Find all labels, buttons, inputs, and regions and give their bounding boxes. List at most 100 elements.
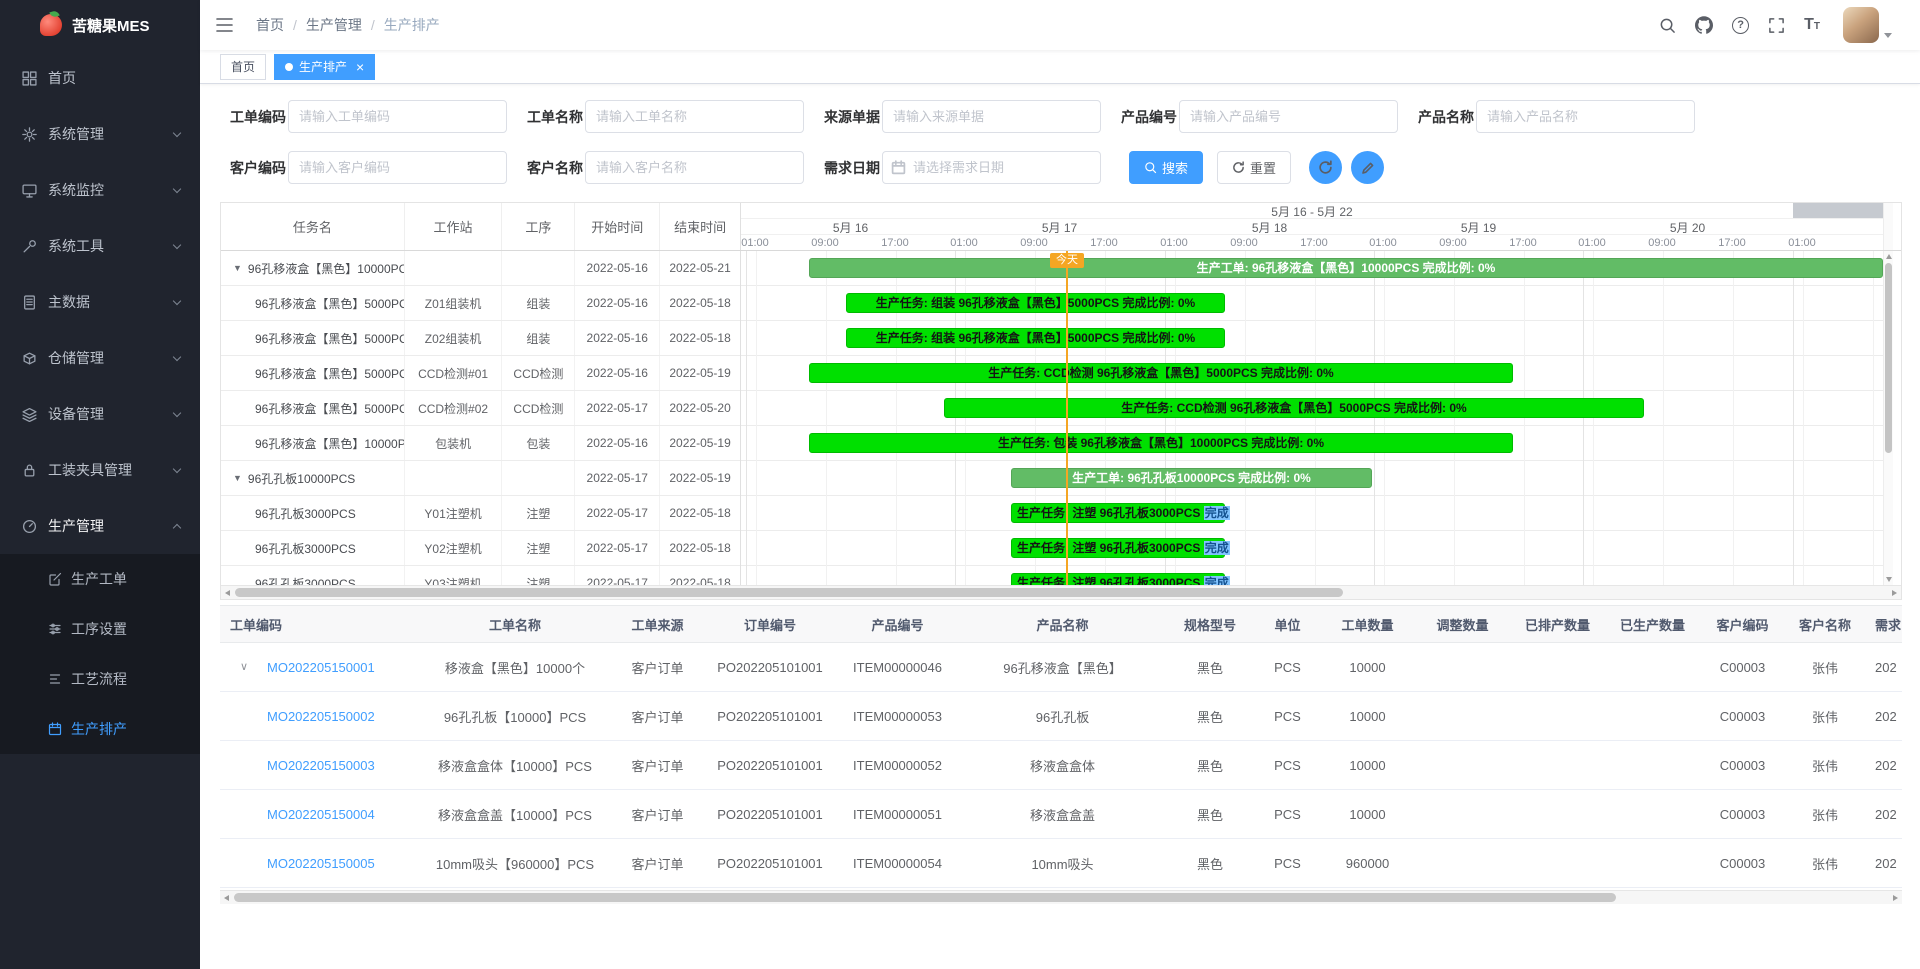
gantt-bar-task[interactable]: 生产任务: 包装 96孔移液盒【黑色】10000PCS 完成比例: 0% [809, 433, 1513, 453]
edit-circle-button[interactable] [1351, 151, 1384, 184]
order-link[interactable]: MO202205150003 [267, 758, 375, 773]
gantt-bar-work-order[interactable]: 生产工单: 96孔移液盒【黑色】10000PCS 完成比例: 0% [809, 258, 1883, 278]
github-icon[interactable] [1695, 16, 1713, 34]
task-station: Y03注塑机 [405, 566, 503, 585]
gantt-bar-task[interactable]: 生产任务: 组装 96孔移液盒【黑色】5000PCS 完成比例: 0% [846, 328, 1225, 348]
sidebar-item-warehouse[interactable]: 仓储管理 [0, 330, 200, 386]
breadcrumb-item-home[interactable]: 首页 [256, 15, 284, 35]
gantt-task-row[interactable]: 96孔孔板3000PCSY01注塑机注塑2022-05-172022-05-18 [221, 496, 740, 531]
gantt-task-row[interactable]: 96孔孔板3000PCSY02注塑机注塑2022-05-172022-05-18 [221, 531, 740, 566]
gear-icon [22, 127, 37, 142]
breadcrumb-item-production[interactable]: 生产管理 [306, 15, 362, 35]
customer-code-input[interactable] [288, 151, 507, 184]
refresh-icon [1232, 161, 1245, 174]
close-icon[interactable]: × [356, 60, 364, 74]
user-menu[interactable] [1843, 7, 1892, 43]
scrollbar-thumb[interactable] [234, 893, 1616, 902]
gantt-task-row[interactable]: 96孔移液盒【黑色】5000PCSCCD检测#02CCD检测2022-05-17… [221, 391, 740, 426]
sidebar-item-production-scheduling[interactable]: 生产排产 [0, 704, 200, 754]
search-icon[interactable] [1659, 17, 1676, 34]
sliders-icon [48, 622, 62, 636]
table-row[interactable]: MO202205150003 移液盒盒体【10000】PCS 客户订单 PO20… [220, 741, 1902, 790]
day-column [1374, 251, 1583, 585]
sidebar-item-production[interactable]: 生产管理 [0, 498, 200, 554]
help-icon[interactable]: ? [1732, 17, 1749, 34]
table-row[interactable]: MO202205150002 96孔孔板【10000】PCS 客户订单 PO20… [220, 692, 1902, 741]
tab-production-scheduling[interactable]: 生产排产 × [274, 54, 375, 80]
gantt-bar-task[interactable]: 生产任务: CCD检测 96孔移液盒【黑色】5000PCS 完成比例: 0% [809, 363, 1513, 383]
sidebar-item-system-tools[interactable]: 系统工具 [0, 218, 200, 274]
sidebar-item-system-monitor[interactable]: 系统监控 [0, 162, 200, 218]
sidebar-item-label: 系统监控 [48, 180, 104, 200]
work-order-code-input[interactable] [288, 100, 507, 133]
sidebar-item-equipment[interactable]: 设备管理 [0, 386, 200, 442]
order-link[interactable]: MO202205150004 [267, 807, 375, 822]
collapse-caret-icon[interactable]: ▼ [233, 473, 242, 483]
gantt-task-row[interactable]: 96孔移液盒【黑色】5000PCSZ01组装机组装2022-05-162022-… [221, 286, 740, 321]
work-order-name-input[interactable] [585, 100, 804, 133]
scroll-up-arrow-icon[interactable] [1886, 254, 1892, 259]
table-row[interactable]: ∨MO202205150001 移液盒【黑色】10000个 客户订单 PO202… [220, 643, 1902, 692]
fullscreen-icon[interactable] [1768, 17, 1785, 34]
scroll-right-arrow-icon[interactable] [1893, 895, 1898, 901]
collapse-caret-icon[interactable]: ▼ [233, 263, 242, 273]
gantt-bar-task[interactable]: 生产任务: CCD检测 96孔移液盒【黑色】5000PCS 完成比例: 0% [944, 398, 1644, 418]
cell-scheduled-qty [1510, 741, 1605, 790]
today-badge: 今天 [1050, 253, 1084, 268]
sidebar-item-process-flow[interactable]: 工艺流程 [0, 654, 200, 704]
hour-label: 01:00 [1788, 237, 1816, 249]
sidebar-item-home[interactable]: 首页 [0, 50, 200, 106]
expand-caret-icon[interactable]: ∨ [240, 660, 248, 673]
gantt-task-row[interactable]: ▼96孔移液盒【黑色】10000PCS2022-05-162022-05-21 [221, 251, 740, 286]
sidebar-item-fixture[interactable]: 工装夹具管理 [0, 442, 200, 498]
table-row[interactable]: MO202205150005 10mm吸头【960000】PCS 客户订单 PO… [220, 839, 1902, 888]
gantt-bar-task[interactable]: 生产任务: 注塑 96孔孔板3000PCS 完成 [1011, 573, 1225, 585]
active-dot-icon [285, 63, 293, 71]
tab-home[interactable]: 首页 [220, 54, 266, 80]
demand-date-input[interactable] [882, 151, 1101, 184]
order-link[interactable]: MO202205150005 [267, 856, 375, 871]
cell-scheduled-qty [1510, 692, 1605, 741]
app-logo[interactable]: 苦糖果MES [0, 0, 200, 50]
gantt-bar-task[interactable]: 生产任务: 注塑 96孔孔板3000PCS 完成 [1011, 538, 1225, 558]
scroll-left-arrow-icon[interactable] [224, 895, 229, 901]
hour-label: 17:00 [1090, 237, 1118, 249]
sidebar-item-production-order[interactable]: 生产工单 [0, 554, 200, 604]
scrollbar-thumb[interactable] [235, 588, 1343, 597]
gantt-task-row[interactable]: 96孔移液盒【黑色】5000PCSZ02组装机组装2022-05-162022-… [221, 321, 740, 356]
gantt-task-row[interactable]: 96孔移液盒【黑色】5000PCSCCD检测#01CCD检测2022-05-16… [221, 356, 740, 391]
sidebar-item-master-data[interactable]: 主数据 [0, 274, 200, 330]
product-code-input[interactable] [1179, 100, 1398, 133]
navbar-actions: ? TT [1659, 7, 1892, 43]
sidebar-item-system-management[interactable]: 系统管理 [0, 106, 200, 162]
scroll-left-arrow-icon[interactable] [225, 590, 230, 596]
hamburger-icon[interactable] [215, 17, 234, 33]
cell-order-name: 移液盒盒盖【10000】PCS [420, 790, 610, 839]
avatar[interactable] [1843, 7, 1879, 43]
product-name-input[interactable] [1476, 100, 1695, 133]
gantt-task-row[interactable]: 96孔移液盒【黑色】10000PCS包装机包装2022-05-162022-05… [221, 426, 740, 461]
order-link[interactable]: MO202205150002 [267, 709, 375, 724]
gantt-bar-task[interactable]: 生产任务: 注塑 96孔孔板3000PCS 完成 [1011, 503, 1225, 523]
source-document-input[interactable] [882, 100, 1101, 133]
reset-button[interactable]: 重置 [1217, 151, 1291, 184]
order-link[interactable]: MO202205150001 [267, 660, 375, 675]
font-size-icon[interactable]: TT [1804, 17, 1820, 33]
search-button[interactable]: 搜索 [1129, 151, 1203, 184]
scroll-right-arrow-icon[interactable] [1892, 590, 1897, 596]
day-label: 5月 17 [955, 219, 1164, 236]
cell-produced-qty [1605, 790, 1700, 839]
scroll-down-arrow-icon[interactable] [1886, 577, 1892, 582]
customer-name-input[interactable] [585, 151, 804, 184]
day-label: 5月 18 [1165, 219, 1374, 236]
sidebar-item-label: 主数据 [48, 292, 90, 312]
scrollbar-thumb[interactable] [1885, 263, 1892, 453]
table-row[interactable]: MO202205150004 移液盒盒盖【10000】PCS 客户订单 PO20… [220, 790, 1902, 839]
gantt-task-row[interactable]: 96孔孔板3000PCSY03注塑机注塑2022-05-172022-05-18 [221, 566, 740, 585]
chevron-down-icon [173, 128, 181, 136]
sidebar-item-process-settings[interactable]: 工序设置 [0, 604, 200, 654]
gantt-bar-task[interactable]: 生产任务: 组装 96孔移液盒【黑色】5000PCS 完成比例: 0% [846, 293, 1225, 313]
today-marker-line [1066, 251, 1068, 585]
refresh-circle-button[interactable] [1309, 151, 1342, 184]
gantt-task-row[interactable]: ▼96孔孔板10000PCS2022-05-172022-05-19 [221, 461, 740, 496]
